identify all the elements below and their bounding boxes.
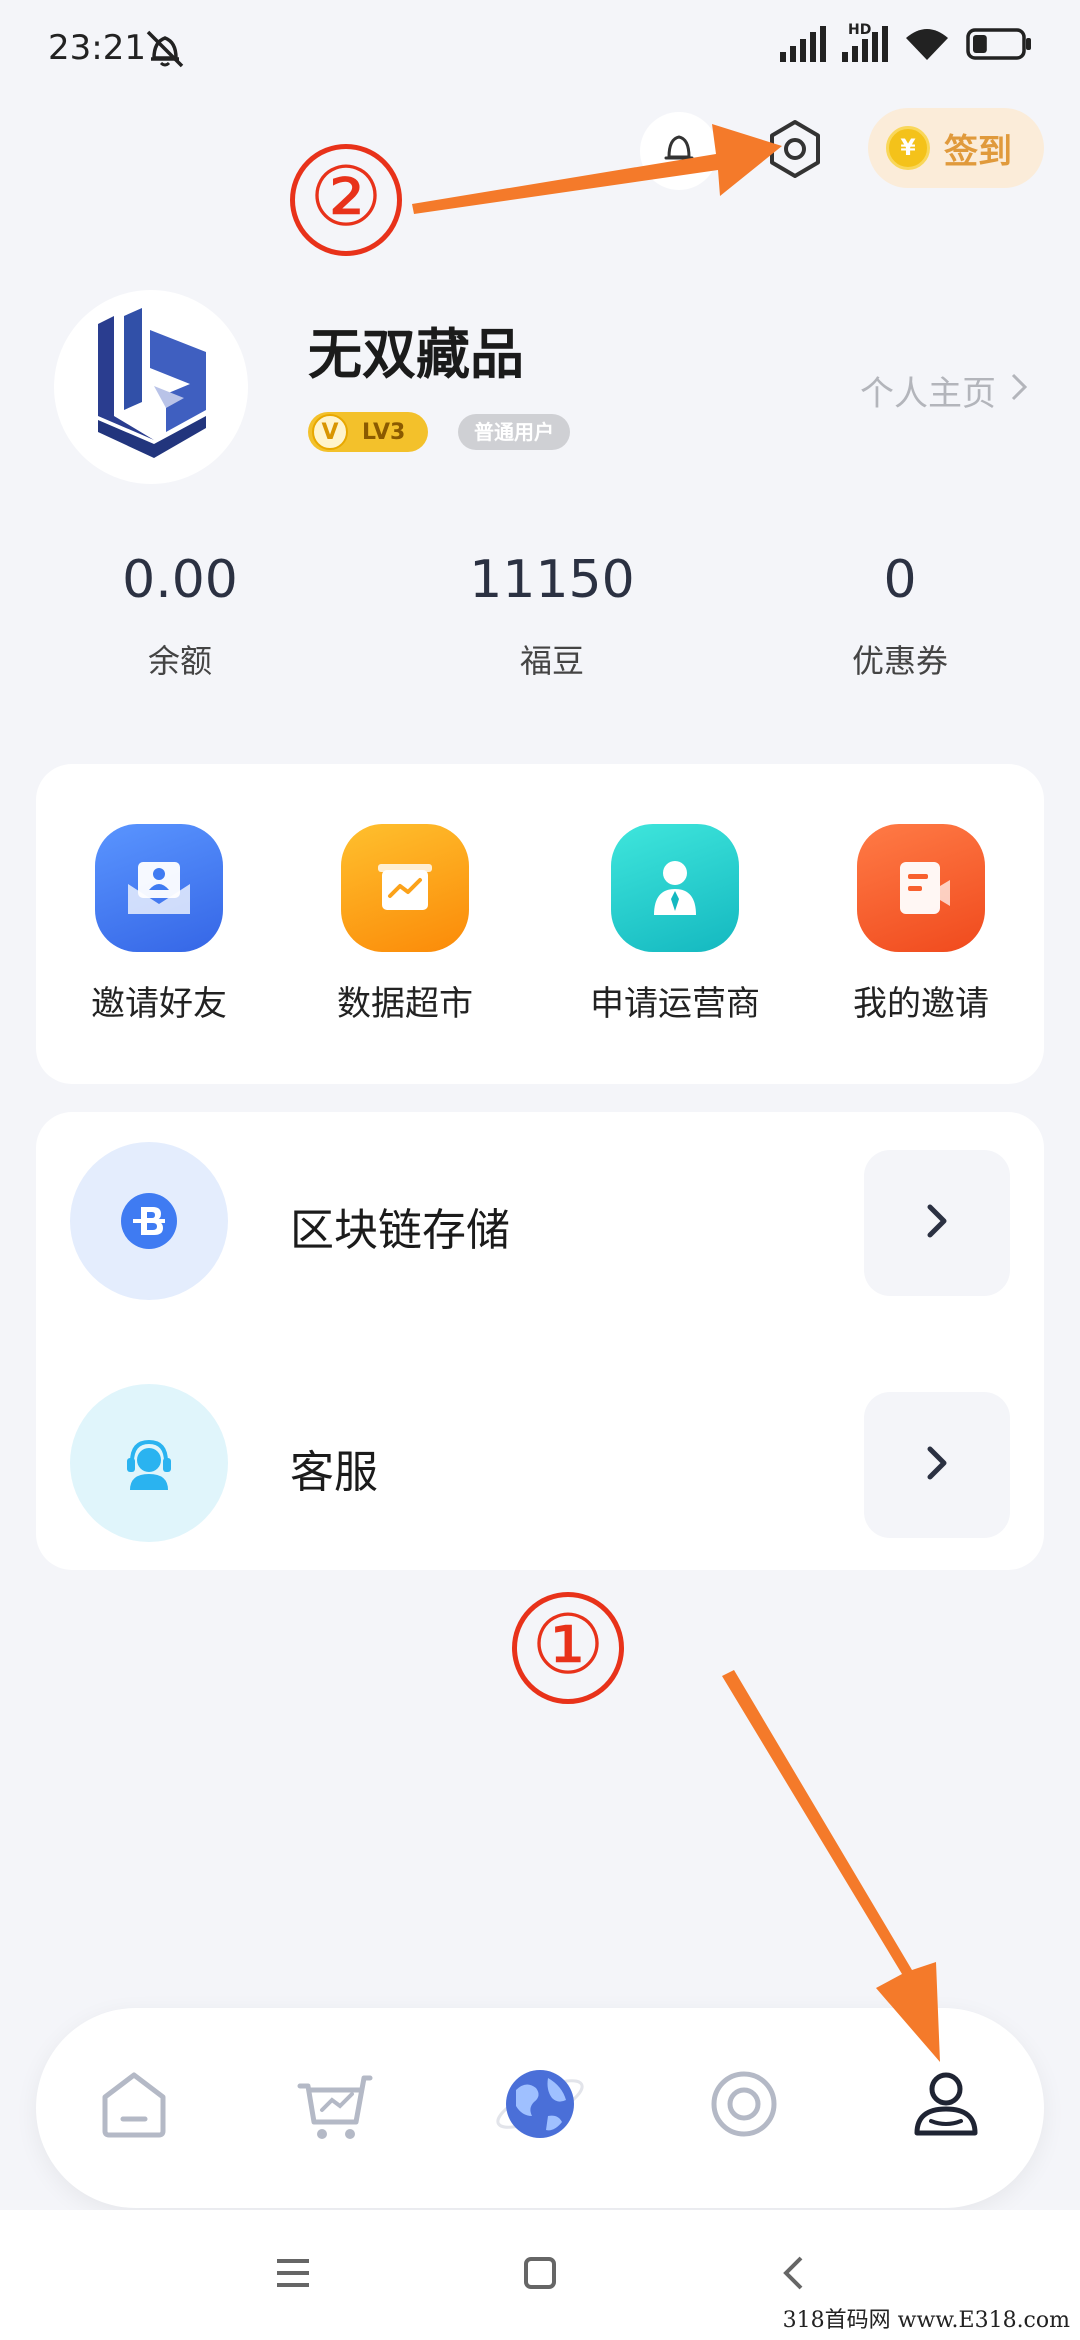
arrow-to-settings	[412, 124, 782, 214]
stat-coupons[interactable]: 0 优惠券	[750, 550, 1050, 682]
stat-label: 余额	[147, 642, 212, 680]
bottom-tab-bar	[36, 2008, 1044, 2208]
personal-homepage-link[interactable]: 个人主页	[860, 366, 1028, 415]
shortcut-label: 邀请好友	[91, 984, 227, 1024]
signal-hd-icon: HD	[842, 22, 888, 66]
recent-apps-button[interactable]	[268, 2250, 318, 2300]
invite-card-icon	[95, 824, 223, 952]
shortcut-label: 数据超市	[337, 984, 473, 1024]
username: 无双藏品	[308, 323, 524, 386]
stat-value: 0	[883, 550, 917, 610]
cart-chart-icon	[294, 2064, 374, 2148]
system-navigation-bar: 318首码网 www.E318.com	[0, 2210, 1080, 2340]
level-text: LV3	[362, 419, 406, 445]
status-icons: HD	[780, 22, 1032, 66]
menu-item-customer-service[interactable]: 客服	[36, 1384, 1044, 1544]
tab-discover[interactable]	[684, 2046, 804, 2166]
vip-v-icon: V	[312, 414, 348, 450]
discover-icon	[707, 2067, 781, 2145]
homepage-link-label: 个人主页	[860, 374, 996, 414]
operator-person-icon	[611, 824, 739, 952]
data-chart-icon	[341, 824, 469, 952]
chevron-right-icon	[926, 1203, 948, 1243]
coin-icon: ¥	[886, 126, 930, 170]
mute-bell-icon	[142, 28, 188, 68]
brand-logo-icon	[98, 308, 206, 458]
menu-lines-icon	[275, 2257, 311, 2293]
stat-fudou[interactable]: 11150 福豆	[402, 550, 702, 682]
annotation-step-one: ①	[512, 1592, 624, 1704]
tab-profile[interactable]	[886, 2046, 1006, 2166]
chevron-left-icon	[781, 2255, 805, 2295]
document-icon	[857, 824, 985, 952]
shortcut-invite-friends[interactable]: 邀请好友	[44, 824, 274, 1025]
menu-item-blockchain-storage[interactable]: 区块链存储	[36, 1142, 1044, 1302]
globe-icon	[492, 2056, 588, 2156]
shortcut-apply-operator[interactable]: 申请运营商	[560, 824, 790, 1025]
arrow-to-profile-tab	[722, 1670, 940, 2062]
shortcut-label: 申请运营商	[590, 984, 760, 1024]
shortcut-my-invites[interactable]: 我的邀请	[806, 824, 1036, 1025]
annotation-step-two: ②	[290, 144, 402, 256]
battery-icon	[966, 27, 1032, 65]
signin-button[interactable]: ¥ 签到	[868, 108, 1044, 188]
stat-value: 0.00	[122, 550, 238, 610]
blockchain-b-icon	[70, 1142, 228, 1300]
stat-balance[interactable]: 0.00 余额	[30, 550, 330, 682]
status-time: 23:21	[48, 28, 146, 68]
tab-market[interactable]	[274, 2046, 394, 2166]
hd-label: HD	[848, 22, 872, 38]
settings-hexagon-icon	[764, 118, 826, 184]
shortcut-label: 我的邀请	[853, 984, 989, 1024]
user-type-badge: 普通用户	[458, 414, 570, 450]
tab-home[interactable]	[74, 2046, 194, 2166]
level-badge: V LV3	[308, 412, 428, 452]
signal-icon	[780, 26, 826, 66]
back-nav-button[interactable]	[768, 2250, 818, 2300]
home-nav-button[interactable]	[515, 2250, 565, 2300]
watermark: 318首码网 www.E318.com	[782, 2308, 1070, 2333]
notification-button[interactable]	[640, 112, 718, 190]
stat-label: 优惠券	[851, 642, 948, 680]
menu-item-arrow-button[interactable]	[864, 1392, 1010, 1538]
menu-item-label: 区块链存储	[290, 1205, 510, 1256]
avatar[interactable]	[54, 290, 248, 484]
shortcuts-card: 邀请好友 数据超市 申请运营商 我的邀请	[36, 764, 1044, 1084]
menu-item-label: 客服	[290, 1447, 378, 1498]
customer-service-icon	[70, 1384, 228, 1542]
signin-label: 签到	[944, 131, 1012, 172]
stat-label: 福豆	[519, 642, 584, 680]
bell-icon	[659, 129, 699, 173]
profile-icon	[909, 2067, 983, 2145]
tab-globe[interactable]	[480, 2046, 600, 2166]
square-icon	[523, 2256, 557, 2294]
menu-item-arrow-button[interactable]	[864, 1150, 1010, 1296]
home-icon	[97, 2067, 171, 2145]
chevron-right-icon	[1010, 371, 1028, 411]
stat-value: 11150	[469, 550, 635, 610]
shortcut-data-market[interactable]: 数据超市	[290, 824, 520, 1025]
settings-button[interactable]	[756, 112, 834, 190]
menu-list-card: 区块链存储 客服	[36, 1112, 1044, 1570]
wifi-icon	[904, 26, 950, 66]
chevron-right-icon	[926, 1445, 948, 1485]
